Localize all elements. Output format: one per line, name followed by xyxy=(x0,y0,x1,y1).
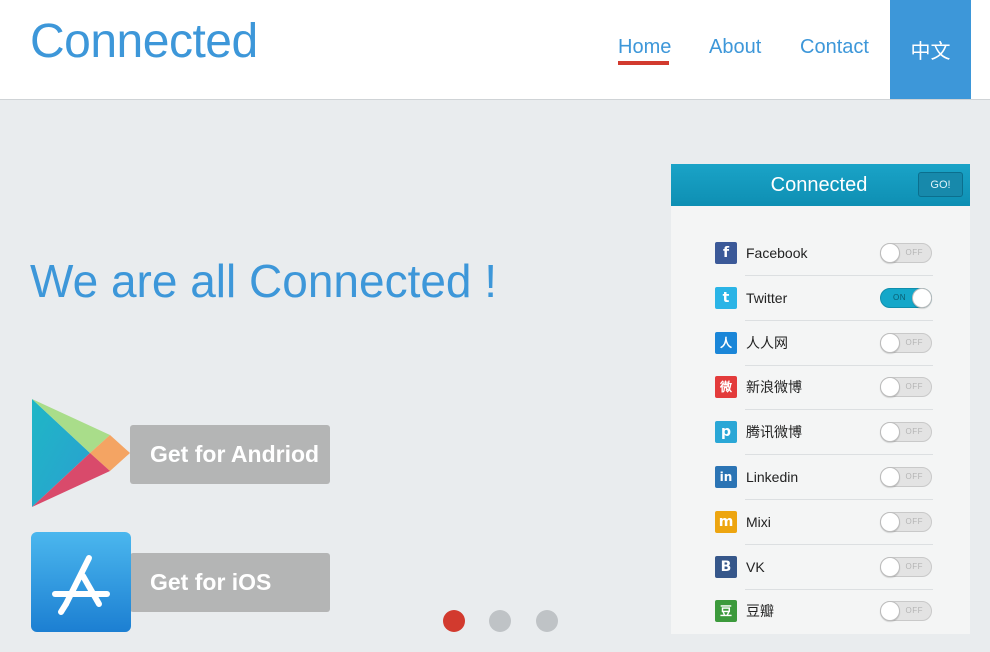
network-toggle[interactable]: OFF xyxy=(880,332,932,353)
network-row: 人人人网 OFF xyxy=(715,321,933,366)
mixi-icon: m xyxy=(715,510,737,533)
twitter-icon: t xyxy=(715,286,737,309)
toggle-knob xyxy=(880,422,900,443)
toggle-state-label: OFF xyxy=(905,472,923,481)
network-row: t Twitter ON xyxy=(715,276,933,321)
network-label: 人人网 xyxy=(746,334,788,351)
network-label: Facebook xyxy=(746,245,808,261)
vk-icon: B xyxy=(715,555,737,578)
toggle-state-label: OFF xyxy=(905,248,923,257)
toggle-state-label: ON xyxy=(893,292,906,302)
network-row: m Mixi OFF xyxy=(715,500,933,545)
toggle-knob xyxy=(880,601,900,622)
toggle-state-label: OFF xyxy=(905,606,923,616)
nav-active-underline xyxy=(618,61,669,65)
carousel-dot-1[interactable] xyxy=(443,610,465,632)
toggle-state-label: OFF xyxy=(905,516,923,526)
renren-icon: 人 xyxy=(715,331,737,354)
facebook-icon: f xyxy=(715,242,737,264)
panel-header: Connected GO! xyxy=(671,164,970,206)
network-label: 腾讯微博 xyxy=(746,424,802,441)
weibo-icon: 微 xyxy=(715,376,737,399)
language-switch-button[interactable]: 中文 xyxy=(890,0,971,99)
network-label: 新浪微博 xyxy=(746,379,802,396)
toggle-knob xyxy=(880,332,900,353)
toggle-knob xyxy=(880,556,900,577)
header: Connected Home About Contact 中文 xyxy=(0,0,990,100)
network-label: Mixi xyxy=(746,513,771,530)
connected-app-panel: Connected GO! f Facebook OFF t Twitter ON 人人人网… xyxy=(671,164,970,634)
network-row: 豆豆瓣 OFF xyxy=(715,589,933,634)
network-row: f Facebook OFF xyxy=(715,231,933,276)
network-row: 微新浪微博 OFF xyxy=(715,365,933,411)
get-android-button[interactable]: Get for Andriod xyxy=(130,425,330,484)
hero-title: We are all Connected ! xyxy=(30,255,498,307)
network-row: B VK OFF xyxy=(715,545,933,590)
carousel-dot-2[interactable] xyxy=(489,610,511,632)
google-play-icon[interactable] xyxy=(28,397,132,509)
network-toggle[interactable]: OFF xyxy=(880,243,932,263)
toggle-knob xyxy=(880,467,900,487)
toggle-state-label: OFF xyxy=(905,337,923,347)
network-label: Twitter xyxy=(746,289,788,306)
tencent-weibo-icon: p xyxy=(715,421,737,444)
network-label: VK xyxy=(746,558,765,575)
network-label: 豆瓣 xyxy=(746,603,774,620)
douban-icon: 豆 xyxy=(715,600,737,623)
network-label: Linkedin xyxy=(746,469,799,485)
get-ios-label: Get for iOS xyxy=(150,569,272,595)
app-store-icon[interactable] xyxy=(31,532,131,632)
get-android-label: Get for Andriod xyxy=(150,441,320,467)
network-toggle[interactable]: OFF xyxy=(880,556,932,577)
get-ios-button[interactable]: Get for iOS xyxy=(130,553,330,612)
toggle-knob xyxy=(880,511,900,532)
site-logo[interactable]: Connected xyxy=(30,14,258,69)
go-button[interactable]: GO! xyxy=(918,172,963,197)
toggle-state-label: OFF xyxy=(905,427,923,437)
toggle-state-label: OFF xyxy=(905,382,923,392)
network-toggle[interactable]: OFF xyxy=(880,601,932,622)
toggle-knob xyxy=(880,243,900,263)
carousel-dot-3[interactable] xyxy=(536,610,558,632)
network-toggle[interactable]: OFF xyxy=(880,511,932,532)
network-row: in Linkedin OFF xyxy=(715,455,933,500)
nav-contact[interactable]: Contact xyxy=(800,36,869,59)
network-toggle[interactable]: OFF xyxy=(880,467,932,487)
network-toggle[interactable]: OFF xyxy=(880,422,932,443)
nav-home[interactable]: Home xyxy=(618,36,671,59)
network-toggle[interactable]: ON xyxy=(880,287,932,308)
toggle-knob xyxy=(912,287,932,308)
toggle-knob xyxy=(880,377,900,398)
linkedin-icon: in xyxy=(715,466,737,488)
network-toggle[interactable]: OFF xyxy=(880,377,932,398)
toggle-state-label: OFF xyxy=(905,561,923,571)
network-row: p 腾讯微博 OFF xyxy=(715,410,933,456)
nav-about[interactable]: About xyxy=(709,36,761,59)
